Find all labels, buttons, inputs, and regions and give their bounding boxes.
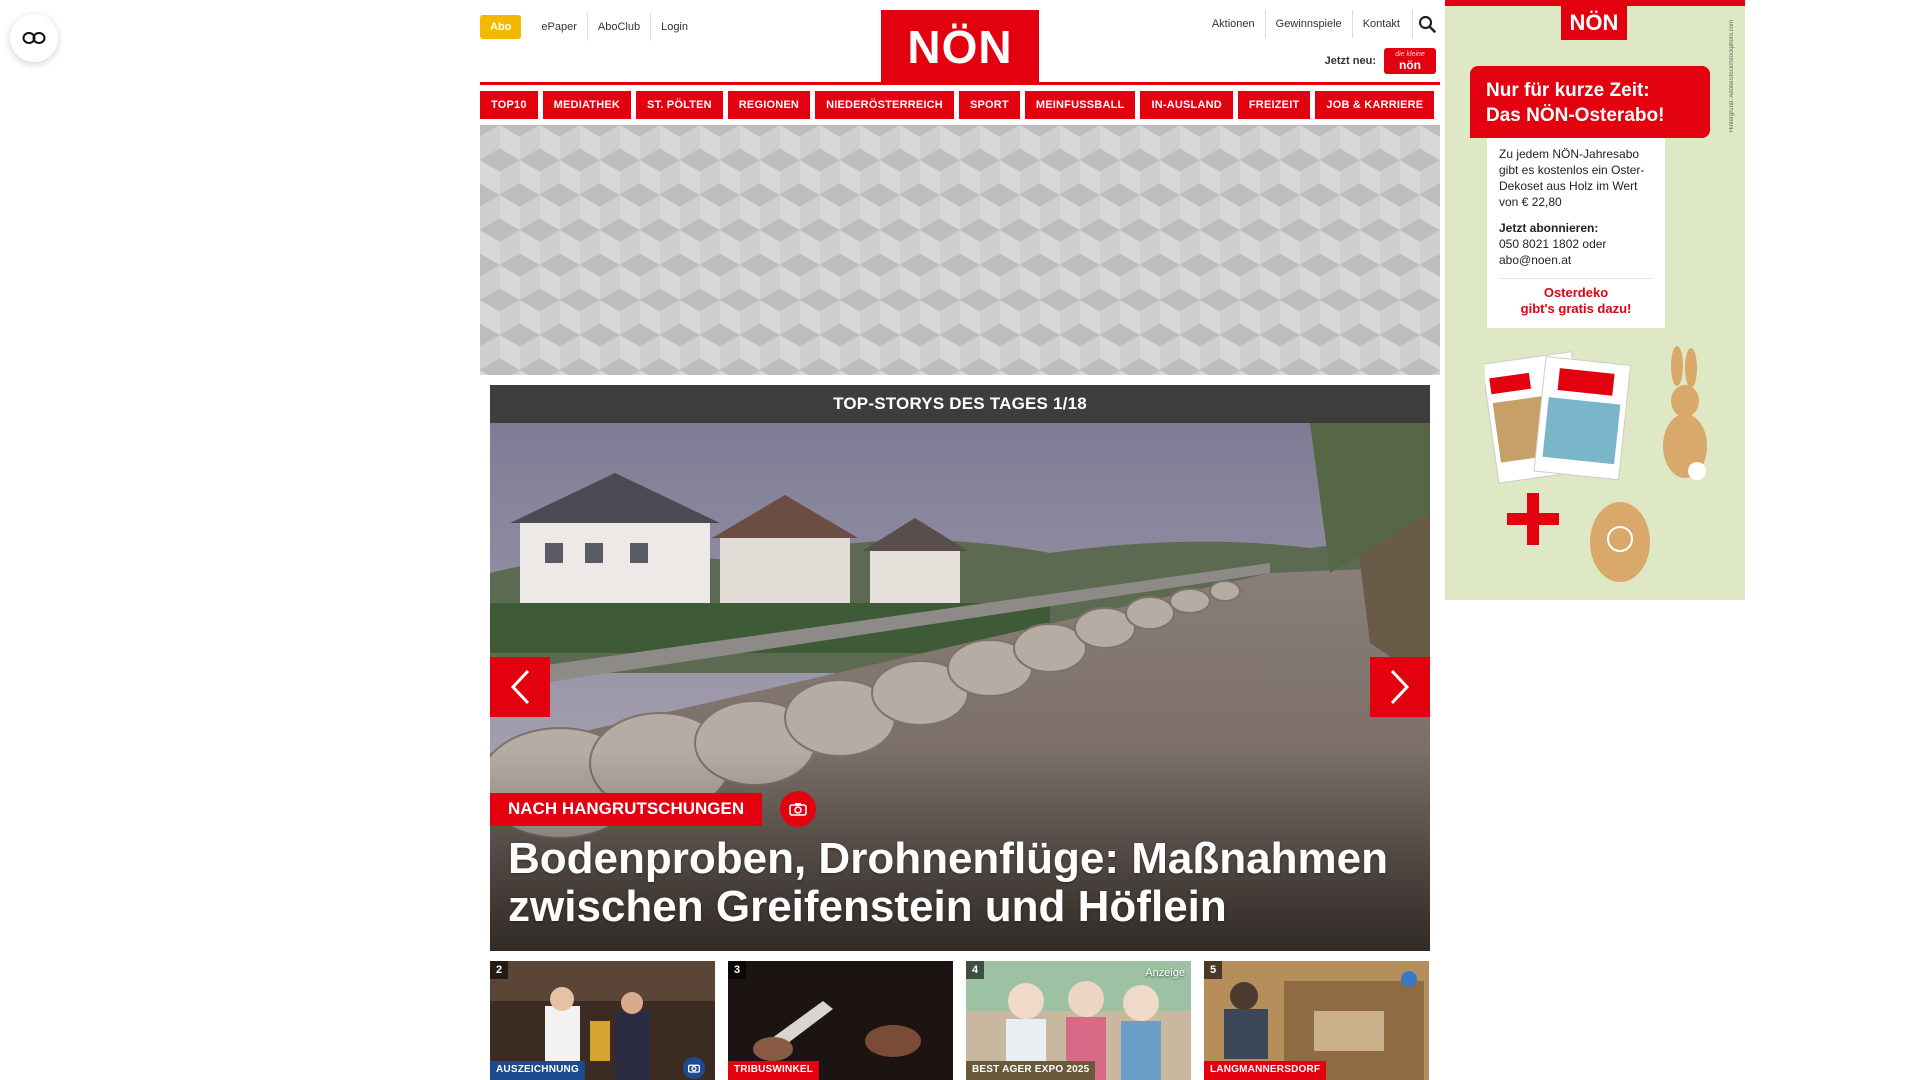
search-icon: [1418, 15, 1436, 33]
nav-item-job-karriere[interactable]: JOB & KARRIERE: [1315, 91, 1435, 119]
ad-highlight: Osterdeko gibt's gratis dazu!: [1499, 278, 1653, 317]
hero-kicker-row: NACH HANGRUTSCHUNGEN: [490, 791, 817, 827]
nav-item-meinfussball[interactable]: MEINFUSSBALL: [1024, 91, 1136, 119]
story-thumb-tag: AUSZEICHNUNG: [490, 1061, 585, 1080]
service-links: Aktionen Gewinnspiele Kontakt: [1202, 10, 1440, 38]
kleine-noen-logo[interactable]: die kleine nön: [1384, 48, 1436, 74]
sidebar-ad-osterabo[interactable]: NÖN Hintergrund: AdobeStock/fstockphoto.…: [1445, 0, 1745, 600]
ad-cta-phone: 050 8021 1802 oder: [1499, 237, 1607, 251]
chevron-right-icon: [1390, 669, 1410, 705]
nav-item-in-ausland[interactable]: IN-AUSLAND: [1140, 91, 1233, 119]
ad-banner-placeholder[interactable]: [480, 125, 1440, 375]
story-thumb-4[interactable]: 4 Anzeige BEST AGER EXPO 2025: [966, 961, 1191, 1080]
reader-mode-button[interactable]: [10, 14, 58, 62]
account-links: Abo ePaper AboClub Login: [480, 13, 698, 41]
ad-info-card: Zu jedem NÖN-Jahresabo gibt es kostenlos…: [1487, 138, 1665, 328]
header-divider: [480, 82, 1440, 85]
jetzt-neu-promo: Jetzt neu: die kleine nön: [1325, 48, 1436, 74]
ad-promo-line-1: Nur für kurze Zeit:: [1486, 80, 1650, 101]
story-thumbnails: 2 AUSZEICHNUNG 3 TRIBUSWINKEL 4 Anzeige …: [490, 961, 1430, 1080]
chevron-left-icon: [510, 669, 530, 705]
reader-glasses-icon: [22, 32, 46, 44]
top-stories-heading: TOP-STORYS DES TAGES 1/18: [490, 385, 1430, 423]
ad-cta-mail: abo@noen.at: [1499, 253, 1572, 267]
nav-item-freizeit[interactable]: FREIZEIT: [1237, 91, 1311, 119]
hero-story[interactable]: NACH HANGRUTSCHUNGEN Bodenproben, Drohne…: [490, 423, 1430, 951]
story-thumb-number: 4: [966, 961, 985, 979]
story-thumb-number: 2: [490, 961, 509, 979]
main-navigation: TOP10 MEDIATHEK ST. PÖLTEN REGIONEN NIED…: [480, 91, 1440, 119]
story-thumb-number: 5: [1204, 961, 1223, 979]
main-column: Abo ePaper AboClub Login NÖN Aktionen Ge…: [480, 0, 1440, 1080]
jetzt-neu-label: Jetzt neu:: [1324, 55, 1376, 67]
hero-gallery-badge[interactable]: [780, 791, 817, 827]
ad-promo-headline: Nur für kurze Zeit: Das NÖN-Osterabo!: [1470, 66, 1710, 138]
story-thumb-number: 3: [728, 961, 747, 979]
hero-kicker: NACH HANGRUTSCHUNGEN: [490, 792, 763, 826]
ad-highlight-2: gibt's gratis dazu!: [1520, 301, 1632, 316]
camera-icon: [688, 1064, 700, 1073]
nav-item-top10[interactable]: TOP10: [480, 91, 538, 119]
wooden-bunny-illustration: [1663, 346, 1707, 480]
camera-icon: [789, 803, 807, 816]
ad-logo: NÖN: [1561, 6, 1627, 40]
story-thumb-5[interactable]: 5 LANGMANNERSDORF: [1204, 961, 1429, 1080]
sponsored-badge: Anzeige: [1145, 967, 1185, 979]
story-thumb-2[interactable]: 2 AUSZEICHNUNG: [490, 961, 715, 1080]
hero-prev-button[interactable]: [490, 657, 550, 717]
magazines-illustration: [1485, 351, 1632, 484]
aboclub-link[interactable]: AboClub: [586, 13, 650, 41]
nav-item-sport[interactable]: SPORT: [958, 91, 1020, 119]
ad-body-text: Zu jedem NÖN-Jahresabo gibt es kostenlos…: [1499, 147, 1645, 209]
hero-next-button[interactable]: [1370, 657, 1430, 717]
ad-image-credit: Hintergrund: AdobeStock/fstockphoto.com: [1729, 20, 1735, 133]
nav-item-regionen[interactable]: REGIONEN: [727, 91, 811, 119]
ad-promo-line-2: Das NÖN-Osterabo!: [1486, 105, 1665, 126]
site-header: Abo ePaper AboClub Login NÖN Aktionen Ge…: [480, 0, 1440, 86]
nav-item-niederoesterreich[interactable]: NIEDERÖSTERREICH: [815, 91, 954, 119]
nav-item-st-poelten[interactable]: ST. PÖLTEN: [636, 91, 723, 119]
story-thumb-tag: TRIBUSWINKEL: [728, 1061, 820, 1080]
story-thumb-tag: BEST AGER EXPO 2025: [966, 1061, 1096, 1080]
kontakt-link[interactable]: Kontakt: [1351, 10, 1410, 38]
gewinnspiele-link[interactable]: Gewinnspiele: [1264, 10, 1352, 38]
ad-cta-title: Jetzt abonnieren:: [1499, 221, 1599, 235]
ad-highlight-1: Osterdeko: [1543, 285, 1609, 300]
story-thumb-gallery-badge: [683, 1057, 705, 1079]
aktionen-link[interactable]: Aktionen: [1202, 10, 1265, 38]
search-button[interactable]: [1412, 10, 1440, 38]
story-thumb-3[interactable]: 3 TRIBUSWINKEL: [728, 961, 953, 1080]
wooden-egg-illustration: [1590, 502, 1650, 582]
site-logo[interactable]: NÖN: [881, 10, 1039, 84]
kleine-noen-logo-big: nön: [1399, 58, 1421, 72]
epaper-link[interactable]: ePaper: [531, 13, 586, 41]
top-stories: TOP-STORYS DES TAGES 1/18 NACH HANGRUTSC…: [490, 385, 1430, 1080]
plus-icon: [1507, 493, 1559, 545]
abo-button[interactable]: Abo: [480, 15, 522, 39]
login-link[interactable]: Login: [650, 13, 698, 41]
nav-item-mediathek[interactable]: MEDIATHEK: [542, 91, 632, 119]
hero-title[interactable]: Bodenproben, Drohnenflüge: Maßnahmen zwi…: [508, 835, 1400, 931]
story-thumb-tag: LANGMANNERSDORF: [1204, 1061, 1327, 1080]
